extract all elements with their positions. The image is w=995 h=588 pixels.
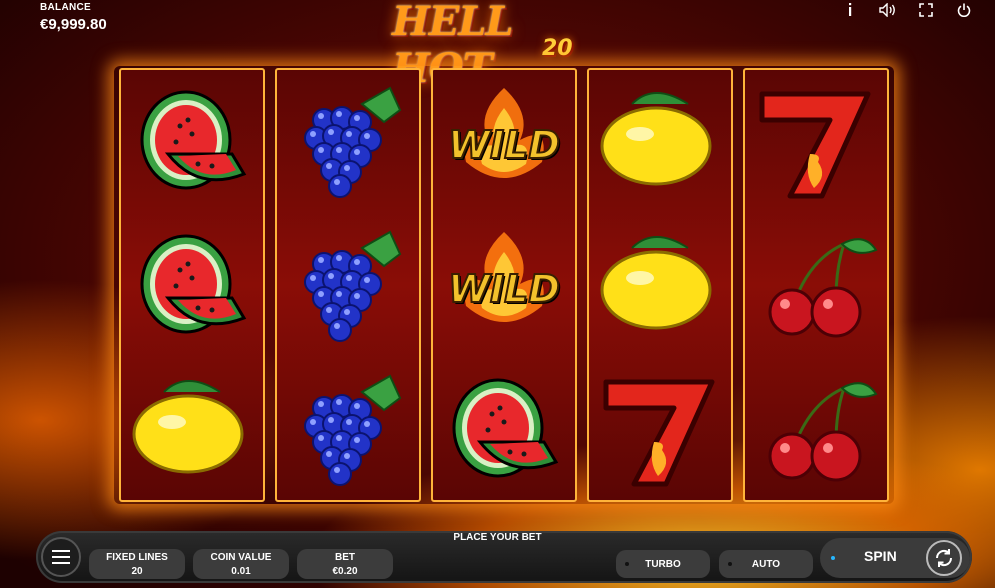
top-toolbar [841,0,973,20]
wild-symbol: WILD [433,215,575,359]
grapes-symbol [277,215,419,359]
sound-icon[interactable] [879,1,897,19]
logo-number: 20 [542,36,573,61]
reel-1 [119,68,265,502]
cherries-symbol [745,215,887,359]
lemon-symbol [121,359,263,503]
turbo-label: TURBO [645,558,681,570]
coin-value-label: COIN VALUE [210,552,272,563]
coin-value-control[interactable]: COIN VALUE 0.01 [193,549,289,579]
seven-symbol [589,359,731,503]
turbo-indicator [625,562,629,566]
spin-button[interactable]: SPIN [820,538,970,578]
cherries-symbol [745,359,887,503]
grapes-icon [304,86,402,198]
hamburger-icon [52,550,70,564]
watermelon-symbol [121,71,263,215]
grapes-icon [304,230,402,342]
fixed-lines-value: 20 [131,566,143,577]
spin-label: SPIN [864,548,897,564]
bet-value: €0.20 [332,566,358,577]
spin-icon [926,540,962,576]
balance-display: BALANCE €9,999.80 [40,2,107,33]
turbo-toggle[interactable]: TURBO [616,550,710,578]
fullscreen-icon[interactable] [917,1,935,19]
wild-symbol: WILD [433,71,575,215]
lemon-icon [600,92,712,186]
spin-indicator [831,556,835,560]
auto-label: AUTO [751,558,781,570]
coin-value-value: 0.01 [231,566,251,577]
auto-indicator [728,562,732,566]
wild-label: WILD [447,266,561,312]
watermelon-icon [452,378,559,478]
wild-label: WILD [447,122,561,168]
lemon-icon [132,380,244,474]
reel-5 [743,68,889,502]
grapes-symbol [277,71,419,215]
lemon-symbol [589,215,731,359]
lemon-symbol [589,71,731,215]
lemon-icon [600,236,712,330]
reel-3: WILD WILD [431,68,577,502]
watermelon-icon [140,234,247,334]
seven-icon [603,379,715,487]
watermelon-symbol [121,215,263,359]
cherries-icon [768,382,878,482]
balance-value: €9,999.80 [40,16,107,33]
reel-4 [587,68,733,502]
bet-label: BET [335,552,355,563]
bet-control[interactable]: BET €0.20 [297,549,393,579]
watermelon-icon [140,90,247,190]
seven-symbol [745,71,887,215]
reel-2 [275,68,421,502]
grapes-icon [304,374,402,486]
game-logo: HELL HOT 20 [392,0,622,92]
seven-icon [759,91,871,199]
grapes-symbol [277,359,419,503]
cherries-icon [768,238,878,338]
fixed-lines-control[interactable]: FIXED LINES 20 [89,549,185,579]
fixed-lines-label: FIXED LINES [106,552,168,563]
power-icon[interactable] [955,1,973,19]
balance-label: BALANCE [40,2,91,13]
menu-button[interactable] [41,537,81,577]
watermelon-symbol [433,359,575,503]
auto-toggle[interactable]: AUTO [719,550,813,578]
info-icon[interactable] [841,1,859,19]
